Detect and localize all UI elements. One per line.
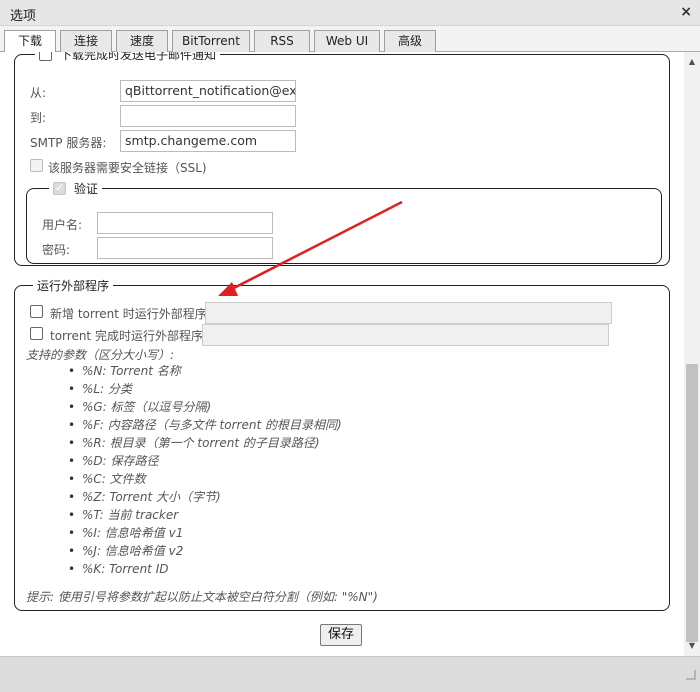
tab-downloads[interactable]: 下载 xyxy=(4,30,56,53)
tab-advanced[interactable]: 高级 xyxy=(384,30,436,52)
param-item: %C: 文件数 xyxy=(68,470,342,488)
resize-grip-icon[interactable] xyxy=(686,670,696,680)
param-item: %L: 分类 xyxy=(68,380,342,398)
auth-legend-label: 验证 xyxy=(74,182,99,196)
password-field[interactable] xyxy=(97,237,273,259)
close-icon[interactable]: × xyxy=(680,4,692,20)
from-label: 从: xyxy=(30,86,47,100)
params-list: %N: Torrent 名称 %L: 分类 %G: 标签（以逗号分隔) %F: … xyxy=(68,362,342,578)
tab-rss[interactable]: RSS xyxy=(254,30,310,52)
param-item: %N: Torrent 名称 xyxy=(68,362,342,380)
auth-legend: 验证 xyxy=(49,180,102,197)
run-on-finish-label: torrent 完成时运行外部程序 xyxy=(50,329,203,343)
param-item: %F: 内容路径（与多文件 torrent 的根目录相同) xyxy=(68,416,342,434)
username-field[interactable] xyxy=(97,212,273,234)
tab-speed[interactable]: 速度 xyxy=(116,30,168,52)
run-on-finish-field[interactable] xyxy=(202,324,609,346)
ssl-checkbox[interactable] xyxy=(30,159,43,172)
run-on-finish-checkbox[interactable] xyxy=(30,327,43,340)
smtp-label: SMTP 服务器: xyxy=(30,136,107,150)
run-on-add-checkbox[interactable] xyxy=(30,305,43,318)
title-bar: 选项 × xyxy=(0,0,700,26)
tab-connection[interactable]: 连接 xyxy=(60,30,112,52)
ssl-label: 该服务器需要安全链接（SSL) xyxy=(48,161,207,175)
scrollbar-thumb[interactable] xyxy=(686,364,698,642)
options-content: 下载完成时发送电子邮件通知 从: qBittorrent_notificatio… xyxy=(0,52,684,656)
window-title: 选项 xyxy=(10,9,37,24)
param-item: %R: 根目录（第一个 torrent 的子目录路径) xyxy=(68,434,342,452)
run-on-add-field[interactable] xyxy=(205,302,612,324)
smtp-server-field[interactable]: smtp.changeme.com xyxy=(120,130,296,152)
param-item: %D: 保存路径 xyxy=(68,452,342,470)
to-email-field[interactable] xyxy=(120,105,296,127)
tab-webui[interactable]: Web UI xyxy=(314,30,380,52)
email-notification-checkbox[interactable] xyxy=(39,52,52,61)
run-on-add-label: 新增 torrent 时运行外部程序 xyxy=(50,307,207,321)
param-item: %K: Torrent ID xyxy=(68,560,342,578)
to-label: 到: xyxy=(30,111,47,125)
param-item: %J: 信息哈希值 v2 xyxy=(68,542,342,560)
from-email-field[interactable]: qBittorrent_notification@example.com xyxy=(120,80,296,102)
param-item: %T: 当前 tracker xyxy=(68,506,342,524)
vertical-scrollbar[interactable]: ▲ ▼ xyxy=(684,52,700,656)
tab-bittorrent[interactable]: BitTorrent xyxy=(172,30,250,52)
auth-checkbox[interactable] xyxy=(53,181,66,195)
password-label: 密码: xyxy=(42,243,71,257)
dialog-footer xyxy=(0,656,700,692)
email-legend: 下载完成时发送电子邮件通知 xyxy=(35,52,220,63)
external-program-legend: 运行外部程序 xyxy=(37,279,110,293)
param-item: %I: 信息哈希值 v1 xyxy=(68,524,342,542)
tab-strip: 下载 连接 速度 BitTorrent RSS Web UI 高级 xyxy=(0,26,700,53)
param-item: %Z: Torrent 大小（字节) xyxy=(68,488,342,506)
params-title: 支持的参数（区分大小写）: xyxy=(26,348,175,362)
email-legend-label: 下载完成时发送电子邮件通知 xyxy=(60,52,217,62)
scroll-down-arrow-icon[interactable]: ▼ xyxy=(684,638,700,654)
scroll-up-arrow-icon[interactable]: ▲ xyxy=(684,54,700,70)
save-button[interactable]: 保存 xyxy=(320,624,362,646)
quote-hint: 提示: 使用引号将参数扩起以防止文本被空白符分割（例如: "%N") xyxy=(26,590,378,604)
username-label: 用户名: xyxy=(42,218,83,232)
param-item: %G: 标签（以逗号分隔) xyxy=(68,398,342,416)
